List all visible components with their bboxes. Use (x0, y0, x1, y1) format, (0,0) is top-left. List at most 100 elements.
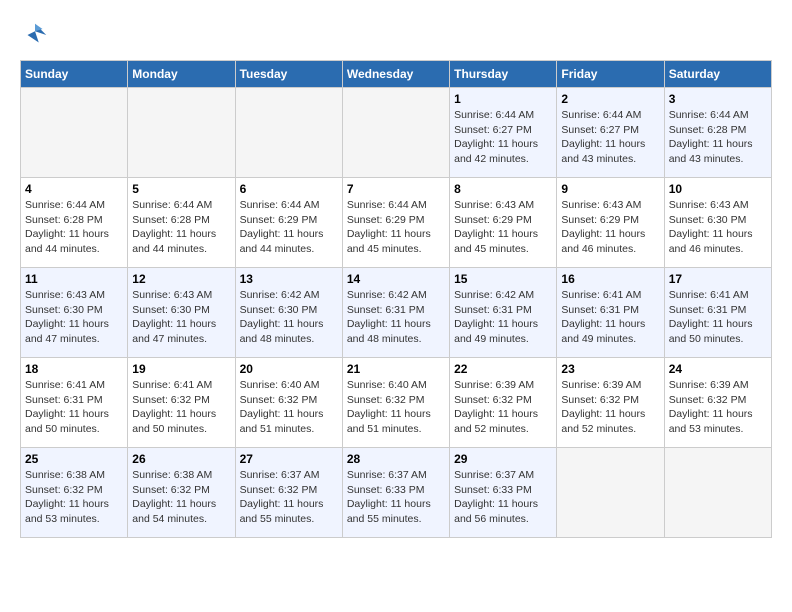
day-number: 11 (25, 272, 123, 286)
day-number: 26 (132, 452, 230, 466)
day-number: 20 (240, 362, 338, 376)
day-number: 15 (454, 272, 552, 286)
day-info: Sunrise: 6:43 AM Sunset: 6:29 PM Dayligh… (454, 198, 552, 257)
day-number: 25 (25, 452, 123, 466)
day-info: Sunrise: 6:44 AM Sunset: 6:29 PM Dayligh… (240, 198, 338, 257)
calendar-cell: 11 Sunrise: 6:43 AM Sunset: 6:30 PM Dayli… (21, 268, 128, 358)
day-number: 14 (347, 272, 445, 286)
day-info: Sunrise: 6:41 AM Sunset: 6:31 PM Dayligh… (669, 288, 767, 347)
calendar-week-row: 4 Sunrise: 6:44 AM Sunset: 6:28 PM Daylig… (21, 178, 772, 268)
day-number: 4 (25, 182, 123, 196)
calendar-cell: 22 Sunrise: 6:39 AM Sunset: 6:32 PM Dayli… (450, 358, 557, 448)
calendar-cell: 12 Sunrise: 6:43 AM Sunset: 6:30 PM Dayli… (128, 268, 235, 358)
page-header (20, 20, 772, 50)
calendar-cell (342, 88, 449, 178)
day-number: 24 (669, 362, 767, 376)
day-info: Sunrise: 6:39 AM Sunset: 6:32 PM Dayligh… (561, 378, 659, 437)
day-info: Sunrise: 6:42 AM Sunset: 6:31 PM Dayligh… (347, 288, 445, 347)
calendar-cell: 14 Sunrise: 6:42 AM Sunset: 6:31 PM Dayli… (342, 268, 449, 358)
day-info: Sunrise: 6:44 AM Sunset: 6:28 PM Dayligh… (132, 198, 230, 257)
day-info: Sunrise: 6:41 AM Sunset: 6:31 PM Dayligh… (561, 288, 659, 347)
day-info: Sunrise: 6:44 AM Sunset: 6:27 PM Dayligh… (561, 108, 659, 167)
day-number: 18 (25, 362, 123, 376)
calendar-cell: 25 Sunrise: 6:38 AM Sunset: 6:32 PM Dayli… (21, 448, 128, 538)
calendar-cell: 13Sunrise: 6:42 AM Sunset: 6:30 PM Dayli… (235, 268, 342, 358)
calendar-cell: 15 Sunrise: 6:42 AM Sunset: 6:31 PM Dayli… (450, 268, 557, 358)
day-of-week-header: Saturday (664, 61, 771, 88)
day-info: Sunrise: 6:37 AM Sunset: 6:33 PM Dayligh… (347, 468, 445, 527)
calendar-cell (235, 88, 342, 178)
day-number: 21 (347, 362, 445, 376)
calendar-cell: 9 Sunrise: 6:43 AM Sunset: 6:29 PM Daylig… (557, 178, 664, 268)
calendar-cell: 16 Sunrise: 6:41 AM Sunset: 6:31 PM Dayli… (557, 268, 664, 358)
day-number: 27 (240, 452, 338, 466)
day-info: Sunrise: 6:40 AM Sunset: 6:32 PM Dayligh… (240, 378, 338, 437)
day-info: Sunrise: 6:42 AM Sunset: 6:31 PM Dayligh… (454, 288, 552, 347)
day-info: Sunrise: 6:38 AM Sunset: 6:32 PM Dayligh… (25, 468, 123, 527)
day-number: 12 (132, 272, 230, 286)
calendar-cell (557, 448, 664, 538)
day-info: Sunrise: 6:41 AM Sunset: 6:32 PM Dayligh… (132, 378, 230, 437)
day-info: Sunrise: 6:44 AM Sunset: 6:28 PM Dayligh… (669, 108, 767, 167)
day-number: 16 (561, 272, 659, 286)
day-info: Sunrise: 6:42 AM Sunset: 6:30 PM Dayligh… (240, 288, 338, 347)
calendar-header-row: SundayMondayTuesdayWednesdayThursdayFrid… (21, 61, 772, 88)
calendar-cell: 26 Sunrise: 6:38 AM Sunset: 6:32 PM Dayli… (128, 448, 235, 538)
day-of-week-header: Wednesday (342, 61, 449, 88)
calendar-cell: 28 Sunrise: 6:37 AM Sunset: 6:33 PM Dayli… (342, 448, 449, 538)
day-info: Sunrise: 6:37 AM Sunset: 6:32 PM Dayligh… (240, 468, 338, 527)
calendar-cell: 29 Sunrise: 6:37 AM Sunset: 6:33 PM Dayli… (450, 448, 557, 538)
day-info: Sunrise: 6:41 AM Sunset: 6:31 PM Dayligh… (25, 378, 123, 437)
day-of-week-header: Thursday (450, 61, 557, 88)
day-info: Sunrise: 6:43 AM Sunset: 6:30 PM Dayligh… (132, 288, 230, 347)
logo (20, 20, 54, 50)
calendar-cell: 4 Sunrise: 6:44 AM Sunset: 6:28 PM Daylig… (21, 178, 128, 268)
day-info: Sunrise: 6:44 AM Sunset: 6:28 PM Dayligh… (25, 198, 123, 257)
day-number: 28 (347, 452, 445, 466)
calendar-cell (128, 88, 235, 178)
calendar-cell: 2 Sunrise: 6:44 AM Sunset: 6:27 PM Daylig… (557, 88, 664, 178)
calendar-cell (664, 448, 771, 538)
day-number: 6 (240, 182, 338, 196)
calendar-week-row: 25 Sunrise: 6:38 AM Sunset: 6:32 PM Dayli… (21, 448, 772, 538)
day-info: Sunrise: 6:43 AM Sunset: 6:30 PM Dayligh… (669, 198, 767, 257)
day-number: 9 (561, 182, 659, 196)
day-number: 19 (132, 362, 230, 376)
day-info: Sunrise: 6:38 AM Sunset: 6:32 PM Dayligh… (132, 468, 230, 527)
day-number: 3 (669, 92, 767, 106)
day-info: Sunrise: 6:39 AM Sunset: 6:32 PM Dayligh… (669, 378, 767, 437)
calendar-cell: 24 Sunrise: 6:39 AM Sunset: 6:32 PM Dayli… (664, 358, 771, 448)
calendar-cell: 7 Sunrise: 6:44 AM Sunset: 6:29 PM Daylig… (342, 178, 449, 268)
day-info: Sunrise: 6:44 AM Sunset: 6:27 PM Dayligh… (454, 108, 552, 167)
calendar-cell: 5Sunrise: 6:44 AM Sunset: 6:28 PM Daylig… (128, 178, 235, 268)
calendar-week-row: 11 Sunrise: 6:43 AM Sunset: 6:30 PM Dayli… (21, 268, 772, 358)
calendar-cell (21, 88, 128, 178)
calendar-cell: 17 Sunrise: 6:41 AM Sunset: 6:31 PM Dayli… (664, 268, 771, 358)
day-number: 29 (454, 452, 552, 466)
calendar-cell: 6 Sunrise: 6:44 AM Sunset: 6:29 PM Daylig… (235, 178, 342, 268)
day-number: 2 (561, 92, 659, 106)
day-info: Sunrise: 6:44 AM Sunset: 6:29 PM Dayligh… (347, 198, 445, 257)
day-number: 8 (454, 182, 552, 196)
calendar-cell: 10Sunrise: 6:43 AM Sunset: 6:30 PM Dayli… (664, 178, 771, 268)
calendar-week-row: 18 Sunrise: 6:41 AM Sunset: 6:31 PM Dayli… (21, 358, 772, 448)
day-of-week-header: Sunday (21, 61, 128, 88)
day-info: Sunrise: 6:43 AM Sunset: 6:29 PM Dayligh… (561, 198, 659, 257)
day-number: 22 (454, 362, 552, 376)
calendar-cell: 27 Sunrise: 6:37 AM Sunset: 6:32 PM Dayli… (235, 448, 342, 538)
calendar-week-row: 1Sunrise: 6:44 AM Sunset: 6:27 PM Daylig… (21, 88, 772, 178)
day-info: Sunrise: 6:40 AM Sunset: 6:32 PM Dayligh… (347, 378, 445, 437)
day-number: 23 (561, 362, 659, 376)
calendar-cell: 18 Sunrise: 6:41 AM Sunset: 6:31 PM Dayli… (21, 358, 128, 448)
day-info: Sunrise: 6:43 AM Sunset: 6:30 PM Dayligh… (25, 288, 123, 347)
day-info: Sunrise: 6:37 AM Sunset: 6:33 PM Dayligh… (454, 468, 552, 527)
day-info: Sunrise: 6:39 AM Sunset: 6:32 PM Dayligh… (454, 378, 552, 437)
calendar-cell: 3 Sunrise: 6:44 AM Sunset: 6:28 PM Daylig… (664, 88, 771, 178)
day-of-week-header: Tuesday (235, 61, 342, 88)
calendar-cell: 1Sunrise: 6:44 AM Sunset: 6:27 PM Daylig… (450, 88, 557, 178)
day-number: 17 (669, 272, 767, 286)
calendar-cell: 19 Sunrise: 6:41 AM Sunset: 6:32 PM Dayli… (128, 358, 235, 448)
calendar-cell: 23 Sunrise: 6:39 AM Sunset: 6:32 PM Dayli… (557, 358, 664, 448)
day-number: 7 (347, 182, 445, 196)
logo-icon (20, 20, 50, 50)
